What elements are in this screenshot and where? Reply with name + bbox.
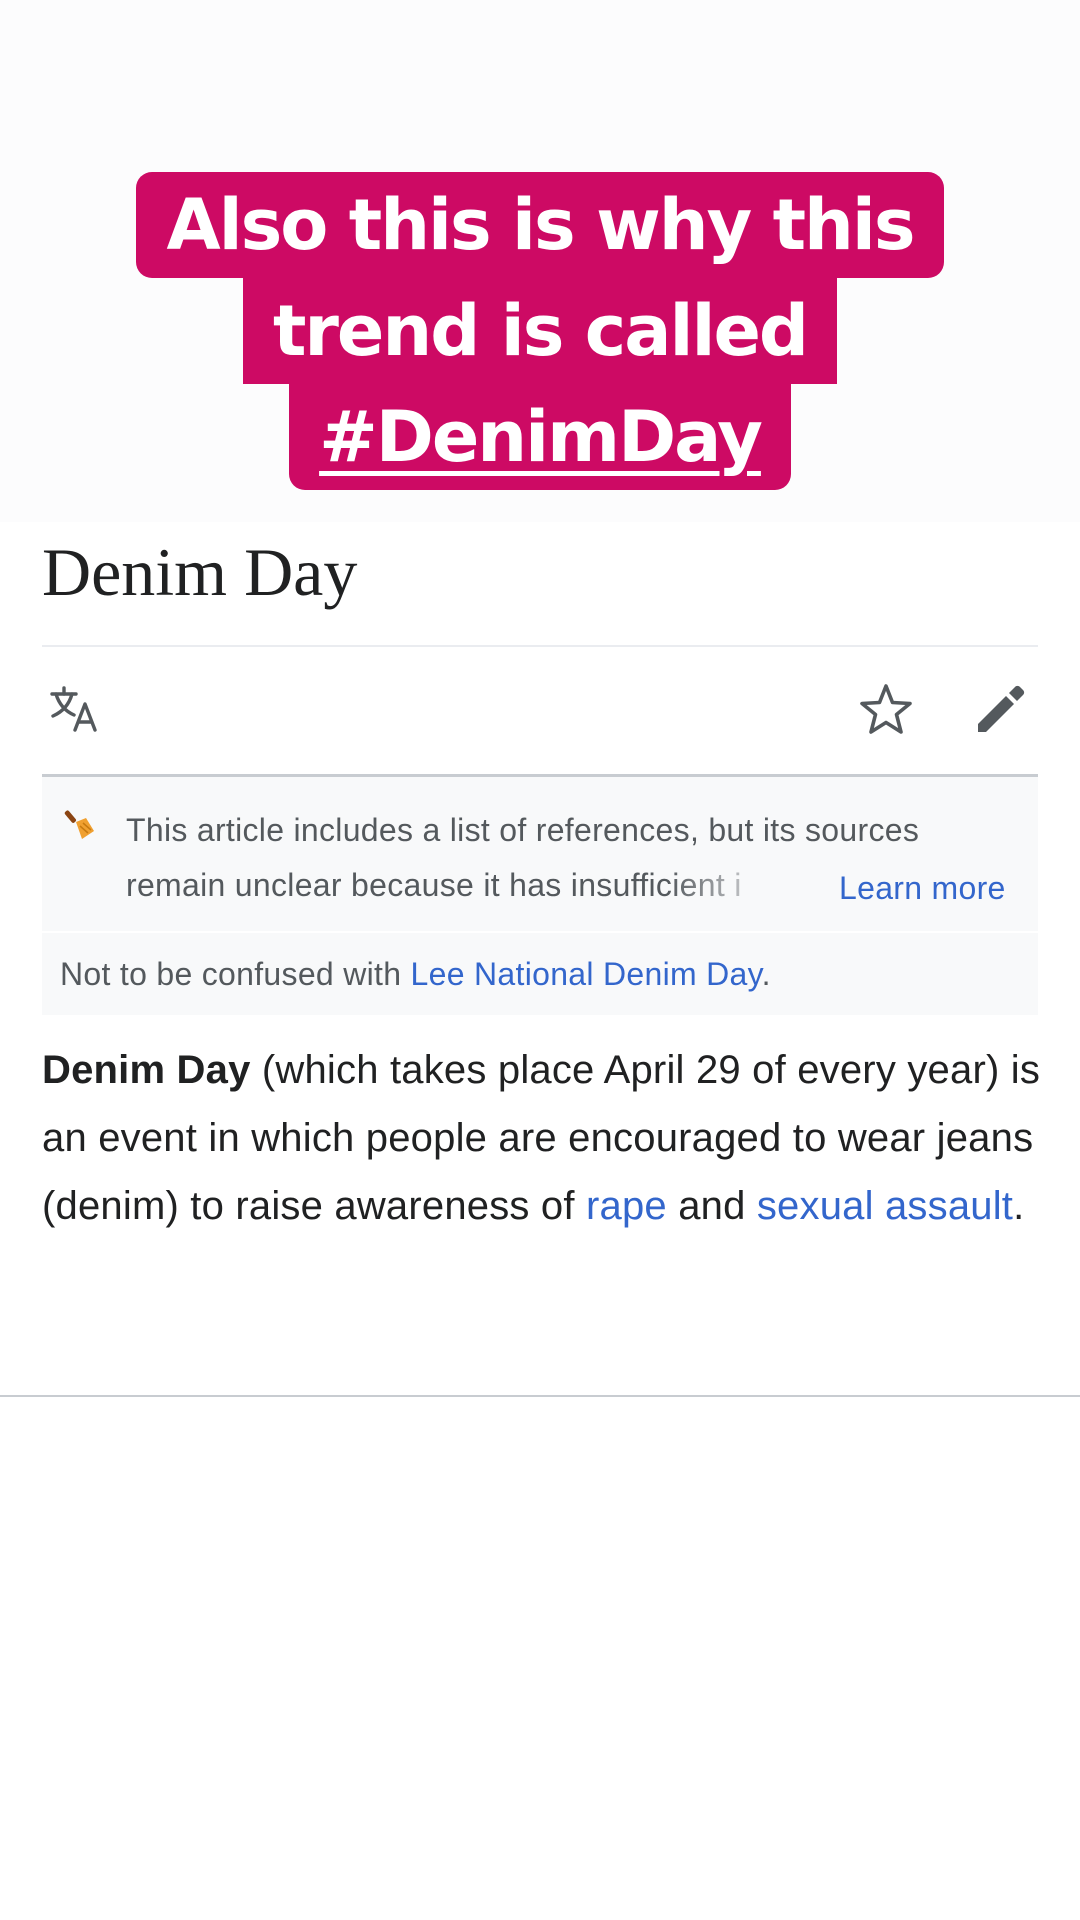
notice-line-1: This article includes a list of referenc… [126,812,920,848]
translate-icon[interactable] [46,680,106,740]
story-caption: Also this is why this trend is called #D… [0,172,1080,490]
caption-line-1: Also this is why this [136,172,944,278]
hashtag-denimday[interactable]: #DenimDay [319,396,763,478]
hatnote-suffix: . [761,956,771,992]
hatnote-prefix: Not to be confused with [60,956,411,992]
section-divider [0,1395,1080,1397]
caption-line-2: trend is called [242,278,838,384]
caption-line-3: #DenimDay [289,384,791,490]
page-title: Denim Day [42,534,358,610]
lee-national-denim-day-link[interactable]: Lee National Denim Day [411,956,762,992]
lead-paragraph: Denim Day (which takes place April 29 of… [42,1036,1042,1240]
notice-line-2: remain unclear because it has insufficie… [126,867,742,903]
edit-pencil-icon[interactable] [970,680,1030,740]
title-divider [42,645,1038,647]
issue-notice[interactable]: This article includes a list of referenc… [42,777,1038,931]
hatnote: Not to be confused with Lee National Den… [42,933,1038,1015]
lead-text-2: and [666,1184,757,1228]
sexual-assault-link[interactable]: sexual assault [757,1184,1013,1228]
hatnote-text: Not to be confused with Lee National Den… [60,953,771,995]
learn-more-link[interactable]: Learn more [839,861,1006,916]
lead-text-3: . [1013,1184,1025,1228]
page-actions-toolbar [42,648,1038,772]
lead-bold-term: Denim Day [42,1048,251,1092]
watch-star-icon[interactable] [856,680,916,740]
rape-link[interactable]: rape [586,1184,667,1228]
broom-icon [64,807,100,843]
